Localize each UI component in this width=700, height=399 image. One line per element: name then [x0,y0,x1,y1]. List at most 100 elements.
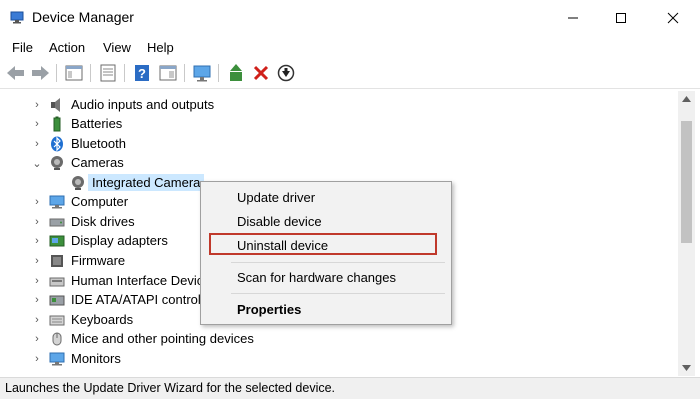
minimize-button[interactable] [550,0,596,36]
disk-icon [49,218,65,227]
tree-item-mice[interactable]: › Mice and other pointing devices [4,329,678,349]
tree-item-label: Audio inputs and outputs [71,97,215,112]
tree-item-label: Computer [71,194,129,209]
properties-button[interactable] [98,63,118,83]
context-menu: Update driver Disable device Uninstall d… [200,181,452,325]
tree-item-label: Integrated Camera [88,174,205,191]
mouse-icon [52,332,62,346]
toolbar: ? [0,58,700,89]
uninstall-button[interactable] [251,63,271,83]
menu-view[interactable]: View [103,40,131,55]
chevron-right-icon[interactable]: › [32,212,42,232]
keyboard-icon [49,315,65,326]
chevron-right-icon[interactable]: › [32,192,42,212]
disable-icon [277,64,295,82]
close-button[interactable] [650,0,696,36]
tree-item-monitors[interactable]: › Monitors [4,349,678,369]
maximize-icon [616,13,626,23]
chevron-right-icon[interactable]: › [32,271,42,291]
tree-item-label: Disk drives [71,214,135,229]
battery-icon [53,116,61,132]
computer-icon [49,195,65,209]
update-driver-icon [230,64,242,81]
back-icon [7,66,24,80]
title-bar: Device Manager [0,0,700,36]
disable-button[interactable] [276,63,296,83]
toolbar-divider [56,64,57,82]
chevron-right-icon[interactable]: › [32,114,42,134]
maximize-button[interactable] [598,0,644,36]
menu-separator [231,293,445,294]
back-button[interactable] [6,63,26,83]
scan-hardware-button[interactable] [192,63,212,83]
chevron-right-icon[interactable]: › [32,349,42,369]
minimize-icon [568,17,578,19]
menu-help[interactable]: Help [147,40,174,55]
tree-item-bluetooth[interactable]: › Bluetooth [4,134,678,154]
tree-item-label: Monitors [71,351,121,366]
tree-item-label: Human Interface Devic [71,273,204,288]
tree-item-audio[interactable]: › Audio inputs and outputs [4,95,678,115]
chevron-right-icon[interactable]: › [32,329,42,349]
menu-file[interactable]: File [12,40,33,55]
chevron-right-icon[interactable]: › [32,95,42,115]
context-menu-scan-hardware[interactable]: Scan for hardware changes [237,270,396,285]
chevron-down-icon[interactable]: ⌄ [32,153,42,173]
scroll-up-icon[interactable] [682,96,691,102]
forward-button[interactable] [30,63,50,83]
chevron-right-icon[interactable]: › [32,290,42,310]
monitor-icon [49,352,65,366]
vertical-scrollbar[interactable] [678,91,695,376]
tree-item-label: Keyboards [71,312,134,327]
toolbar-divider [218,64,219,82]
tree-item-label: Display adapters [71,233,168,248]
close-icon [667,12,679,24]
bluetooth-icon [51,136,63,152]
speaker-icon [51,98,60,112]
status-bar: Launches the Update Driver Wizard for th… [0,377,700,399]
scroll-down-icon[interactable] [682,365,691,371]
view-button[interactable] [158,63,178,83]
menu-action[interactable]: Action [49,40,85,55]
tree-item-label: Firmware [71,253,126,268]
uninstall-icon [253,65,269,81]
camera-icon [51,156,63,170]
toolbar-divider [124,64,125,82]
chevron-right-icon[interactable]: › [32,134,42,154]
tree-item-batteries[interactable]: › Batteries [4,114,678,134]
chevron-right-icon[interactable]: › [32,231,42,251]
chevron-right-icon[interactable]: › [32,251,42,271]
ide-icon [49,295,65,306]
webcam-icon [72,176,84,190]
context-menu-disable-device[interactable]: Disable device [237,214,322,229]
show-hide-tree-button[interactable] [64,63,84,83]
device-manager-icon [10,11,24,24]
toolbar-divider [184,64,185,82]
tree-item-cameras[interactable]: ⌄ Cameras [4,153,678,173]
tree-item-label: Mice and other pointing devices [71,331,254,346]
menu-bar: File Action View Help [0,36,700,58]
hid-icon [49,277,65,287]
scrollbar-thumb[interactable] [681,121,692,243]
tree-item-label: Bluetooth [71,136,126,151]
help-button[interactable]: ? [132,63,152,83]
scan-hardware-icon [193,65,211,82]
chevron-right-icon[interactable]: › [32,310,42,330]
update-driver-button[interactable] [226,63,246,83]
show-hide-tree-icon [65,65,83,81]
properties-icon [100,64,116,82]
menu-separator [231,262,445,263]
highlight-box [209,233,437,255]
window-title: Device Manager [32,9,134,25]
svg-text:?: ? [138,66,146,81]
forward-icon [32,66,49,80]
toolbar-divider [90,64,91,82]
firmware-icon [51,255,63,267]
context-menu-properties[interactable]: Properties [237,302,301,317]
status-text: Launches the Update Driver Wizard for th… [5,381,336,395]
view-icon [159,65,177,81]
tree-item-label: Batteries [71,116,123,131]
help-icon: ? [135,65,149,81]
tree-item-label: IDE ATA/ATAPI controlle [71,292,211,307]
context-menu-update-driver[interactable]: Update driver [237,190,315,205]
